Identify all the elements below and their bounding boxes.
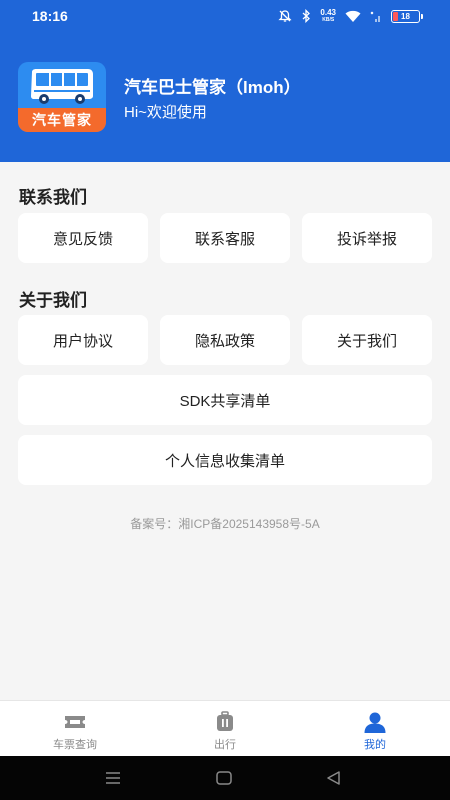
status-icons: 0.43 KB/S 18 — [278, 8, 423, 24]
tab-label: 车票查询 — [53, 739, 97, 751]
tab-mine[interactable]: 我的 — [300, 701, 450, 756]
complaint-button[interactable]: 投诉举报 — [302, 213, 432, 263]
app-logo: 汽车管家 — [18, 62, 106, 132]
tab-travel[interactable]: 出行 — [150, 701, 300, 756]
header: 18:16 0.43 KB/S 18 汽车管家 汽车巴士管家（lmoh） Hi~… — [0, 0, 450, 162]
status-bar: 18:16 0.43 KB/S 18 — [0, 0, 450, 34]
luggage-icon — [217, 711, 233, 731]
user-agreement-button[interactable]: 用户协议 — [18, 315, 148, 365]
about-us-button[interactable]: 关于我们 — [302, 315, 432, 365]
menu-icon[interactable] — [103, 769, 123, 787]
sdk-list-button[interactable]: SDK共享清单 — [18, 375, 432, 425]
about-section-title: 关于我们 — [19, 291, 87, 310]
battery-icon: 18 — [391, 9, 423, 23]
bluetooth-icon — [302, 9, 311, 23]
feedback-button[interactable]: 意见反馈 — [18, 213, 148, 263]
logo-label: 汽车管家 — [18, 108, 106, 132]
network-speed: 0.43 KB/S — [320, 8, 336, 24]
tab-bar: 车票查询 出行 我的 — [0, 700, 450, 756]
system-nav-bar — [0, 756, 450, 800]
status-time: 18:16 — [32, 8, 68, 24]
tab-label: 出行 — [214, 739, 236, 751]
signal-icon — [370, 11, 380, 22]
app-title: 汽车巴士管家（lmoh） — [124, 78, 301, 97]
app-greeting: Hi~欢迎使用 — [124, 104, 207, 121]
record-number: 备案号：湘ICP备2025143958号-5A — [130, 517, 320, 531]
privacy-policy-button[interactable]: 隐私政策 — [160, 315, 290, 365]
wifi-icon — [345, 10, 361, 22]
contact-section-title: 联系我们 — [19, 188, 87, 207]
customer-service-button[interactable]: 联系客服 — [160, 213, 290, 263]
tab-label: 我的 — [364, 739, 386, 751]
home-icon[interactable] — [214, 769, 234, 787]
personal-info-list-button[interactable]: 个人信息收集清单 — [18, 435, 432, 485]
battery-fill — [393, 11, 398, 21]
tab-ticket-query[interactable]: 车票查询 — [0, 701, 150, 756]
ticket-icon — [65, 716, 85, 728]
back-icon[interactable] — [324, 769, 344, 787]
person-icon — [364, 712, 386, 733]
bus-icon — [31, 69, 93, 104]
mute-icon — [278, 10, 292, 22]
battery-level: 18 — [401, 11, 410, 21]
